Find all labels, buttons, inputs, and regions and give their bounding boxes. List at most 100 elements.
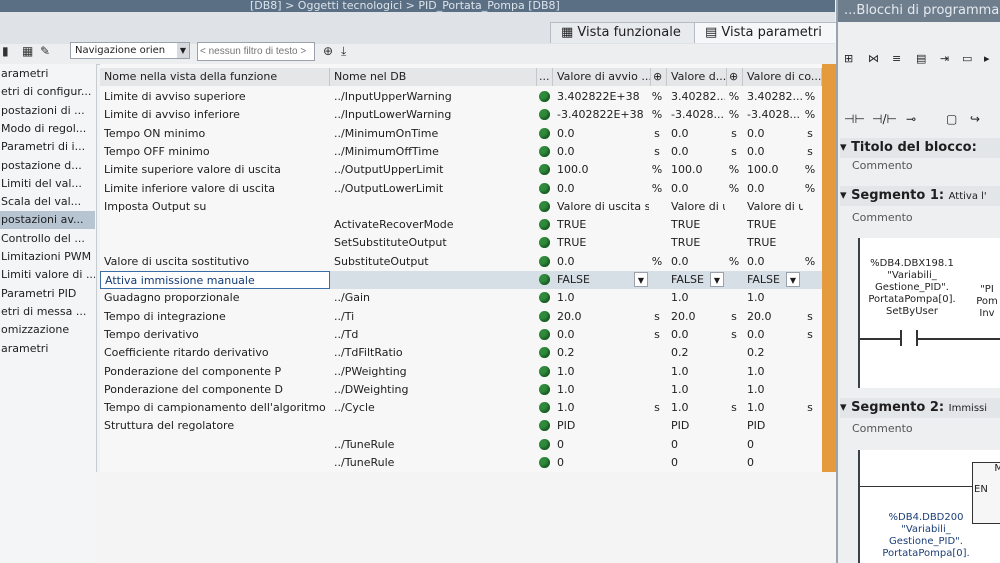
param-monitor-value[interactable]: TRUE — [743, 234, 803, 252]
param-start-value[interactable]: 0 — [553, 454, 649, 472]
param-monitor-value[interactable]: 1.0 — [743, 399, 803, 417]
table-row[interactable]: Ponderazione del componente P ../PWeighti… — [100, 363, 822, 381]
left-nav-item[interactable]: Limiti del val... — [0, 175, 95, 193]
param-start-value[interactable]: PID — [553, 417, 649, 435]
left-nav-item[interactable]: arametri — [0, 340, 95, 358]
param-db-name[interactable]: ../Gain — [330, 289, 536, 307]
segment-1-header[interactable]: ▾ Segmento 1: Attiva l' — [840, 186, 1000, 206]
table-row[interactable]: Struttura del regolatore PID PID PID — [100, 417, 822, 435]
collapse-icon[interactable]: ▾ — [840, 400, 851, 415]
param-default-value[interactable]: 20.0 — [667, 308, 725, 326]
param-db-name[interactable] — [330, 271, 536, 289]
table-row[interactable]: Limite superiore valore di uscita ../Outp… — [100, 161, 822, 179]
param-start-value[interactable]: 0 — [553, 436, 649, 454]
param-default-value[interactable]: TRUE — [667, 216, 725, 234]
param-start-value[interactable]: 0.0 — [553, 125, 649, 143]
left-nav-item[interactable]: Modo di regol... — [0, 120, 95, 138]
param-default-value[interactable]: 100.0 — [667, 161, 725, 179]
table-row[interactable]: Tempo OFF minimo ../MinimumOffTime 0.0 s 0.0… — [100, 143, 822, 161]
param-db-name[interactable]: ../Cycle — [330, 399, 536, 417]
header-monitor-value[interactable]: Valore di co... — [743, 68, 822, 86]
crosses-icon[interactable]: ⋈ — [868, 52, 879, 65]
left-nav-item[interactable]: arametri — [0, 65, 95, 83]
param-start-value[interactable]: 1.0 — [553, 363, 649, 381]
table-row[interactable]: ../TuneRule 0 0 0 — [100, 454, 822, 472]
navigation-select[interactable]: Navigazione orien ▼ — [70, 42, 190, 59]
param-db-name[interactable]: ../PWeighting — [330, 363, 536, 381]
table-row[interactable]: Limite inferiore valore di uscita ../Outp… — [100, 180, 822, 198]
ladder-nc-contact-icon[interactable]: ⊣/⊢ — [872, 112, 897, 126]
table-row[interactable]: Tempo ON minimo ../MinimumOnTime 0.0 s 0.0 s 0… — [100, 125, 822, 143]
param-start-value[interactable]: 20.0 — [553, 308, 649, 326]
param-db-name[interactable]: ../InputUpperWarning — [330, 88, 536, 106]
param-monitor-value[interactable]: 20.0 — [743, 308, 803, 326]
param-db-name[interactable]: ../MinimumOnTime — [330, 125, 536, 143]
param-monitor-value[interactable]: TRUE — [743, 216, 803, 234]
left-nav-item[interactable]: Limitazioni PWM — [0, 248, 95, 266]
param-db-name[interactable]: ../MinimumOffTime — [330, 143, 536, 161]
edit-icon[interactable]: ✎ — [40, 44, 50, 62]
param-start-value[interactable]: 100.0 — [553, 161, 649, 179]
left-nav-item[interactable]: postazione d... — [0, 157, 95, 175]
param-start-value[interactable]: 1.0 — [553, 381, 649, 399]
monitor-value-dropdown-chevron-down-icon[interactable]: ▼ — [786, 272, 800, 287]
table-row[interactable]: Limite di avviso superiore ../InputUpperW… — [100, 88, 822, 106]
param-db-name[interactable]: ActivateRecoverMode — [330, 216, 536, 234]
param-db-name[interactable] — [330, 198, 536, 216]
param-db-name[interactable]: ../Td — [330, 326, 536, 344]
branch-icon[interactable]: ↪ — [970, 112, 980, 126]
param-default-value[interactable]: 1.0 — [667, 381, 725, 399]
table-row[interactable]: Tempo di integrazione ../Ti 20.0 s 20.0 s 20.0… — [100, 308, 822, 326]
param-default-value[interactable]: 0.0 — [667, 125, 725, 143]
block-title-section[interactable]: ▾ Titolo del blocco: — [840, 138, 1000, 158]
param-monitor-value[interactable]: PID — [743, 417, 803, 435]
param-db-name[interactable] — [330, 417, 536, 435]
table-row[interactable]: Imposta Output su Valore di uscita sos...… — [100, 198, 822, 216]
param-default-value[interactable]: 0.0 — [667, 253, 725, 271]
header-status[interactable]: ... — [537, 68, 553, 86]
param-default-value[interactable]: -3.4028... — [667, 106, 725, 124]
save-icon[interactable]: ▮ — [2, 44, 9, 62]
left-nav-item[interactable]: Controllo del ... — [0, 230, 95, 248]
tab-parameter-view[interactable]: ▤ Vista parametri — [694, 22, 846, 43]
header-default-value[interactable]: Valore d... — [667, 68, 727, 86]
text-filter-input[interactable] — [197, 42, 315, 61]
param-default-value[interactable]: TRUE — [667, 234, 725, 252]
param-start-value[interactable]: 3.402822E+38 — [553, 88, 649, 106]
collapse-icon[interactable]: ▾ — [840, 188, 851, 203]
param-default-value[interactable]: 0.0 — [667, 143, 725, 161]
param-start-value[interactable]: -3.402822E+38 — [553, 106, 649, 124]
param-db-name[interactable]: ../Ti — [330, 308, 536, 326]
left-nav-item[interactable]: etri di messa ... — [0, 303, 95, 321]
param-default-value[interactable]: 3.40282... — [667, 88, 725, 106]
param-monitor-value[interactable]: 3.40282... — [743, 88, 803, 106]
left-nav-item[interactable]: postazioni av... — [0, 211, 95, 230]
left-nav-item[interactable]: Scala del val... — [0, 193, 95, 211]
download-icon[interactable]: ⤓ — [341, 44, 346, 62]
param-monitor-value[interactable]: 100.0 — [743, 161, 803, 179]
param-start-value[interactable]: 0.0 — [553, 253, 649, 271]
param-monitor-value[interactable]: 0.0 — [743, 143, 803, 161]
left-nav-item[interactable]: omizzazione — [0, 321, 95, 339]
header-function-name[interactable]: Nome nella vista della funzione — [100, 68, 330, 86]
param-db-name[interactable]: ../TuneRule — [330, 454, 536, 472]
table-icon[interactable]: ▦ — [22, 44, 33, 62]
start-value-dropdown-chevron-down-icon[interactable]: ▼ — [634, 272, 648, 287]
param-start-value[interactable]: 0.0 — [553, 326, 649, 344]
param-monitor-value[interactable]: 0 — [743, 454, 803, 472]
default-value-dropdown-chevron-down-icon[interactable]: ▼ — [710, 272, 724, 287]
param-default-value[interactable]: 0 — [667, 436, 725, 454]
block-comment[interactable]: Commento — [852, 158, 1000, 174]
compile-icon[interactable]: ⊞ — [844, 52, 853, 65]
param-db-name[interactable]: ../DWeighting — [330, 381, 536, 399]
table-row[interactable]: Tempo di campionamento dell'algoritmo ..… — [100, 399, 822, 417]
param-monitor-value[interactable]: 1.0 — [743, 363, 803, 381]
segment-2-header[interactable]: ▾ Segmento 2: Immissi — [840, 398, 1000, 418]
table-row[interactable]: ../TuneRule 0 0 0 — [100, 436, 822, 454]
param-monitor-value[interactable]: 0 — [743, 436, 803, 454]
param-default-value[interactable]: 1.0 — [667, 363, 725, 381]
param-db-name[interactable]: ../TdFiltRatio — [330, 344, 536, 362]
param-monitor-value[interactable]: 0.0 — [743, 125, 803, 143]
param-start-value[interactable]: 0.0 — [553, 180, 649, 198]
param-db-name[interactable]: ../OutputUpperLimit — [330, 161, 536, 179]
